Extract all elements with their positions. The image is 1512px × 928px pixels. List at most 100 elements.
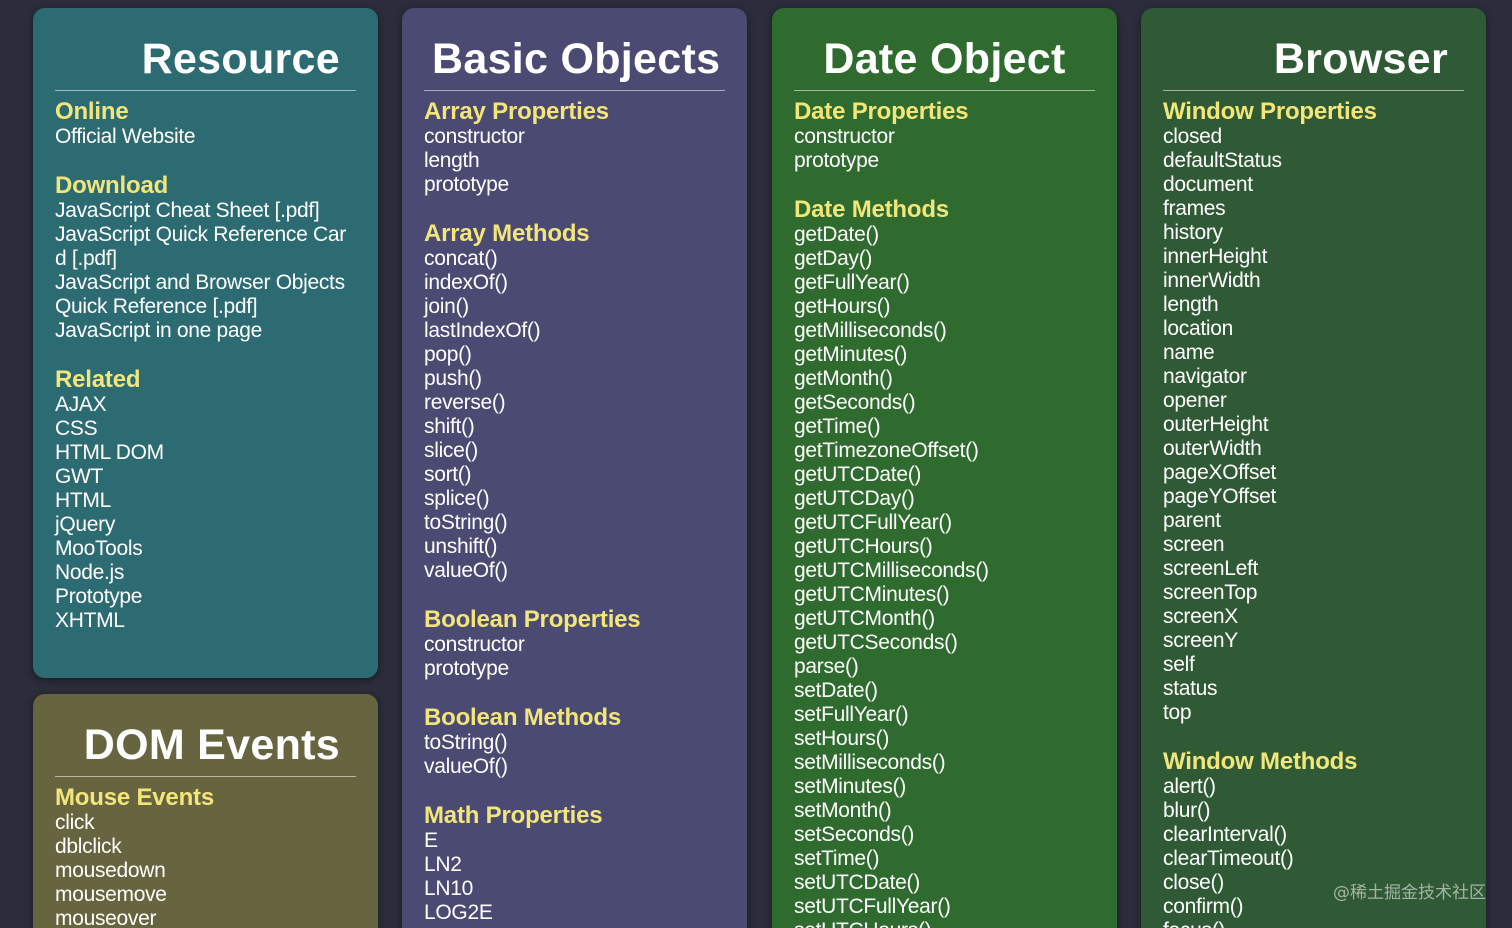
window-property-link[interactable]: pageXOffset	[1163, 461, 1464, 485]
download-link[interactable]: JavaScript Quick Reference Card [.pdf]	[55, 223, 356, 271]
date-method-link[interactable]: getUTCSeconds()	[794, 631, 1095, 655]
window-property-link[interactable]: innerHeight	[1163, 245, 1464, 269]
array-method-link[interactable]: reverse()	[424, 391, 725, 415]
date-method-link[interactable]: setUTCHours()	[794, 919, 1095, 928]
date-method-link[interactable]: getDate()	[794, 223, 1095, 247]
date-method-link[interactable]: setMinutes()	[794, 775, 1095, 799]
window-property-link[interactable]: innerWidth	[1163, 269, 1464, 293]
related-link[interactable]: MooTools	[55, 537, 356, 561]
window-property-link[interactable]: screenX	[1163, 605, 1464, 629]
window-property-link[interactable]: navigator	[1163, 365, 1464, 389]
boolean-property-link[interactable]: constructor	[424, 633, 725, 657]
window-property-link[interactable]: closed	[1163, 125, 1464, 149]
array-method-link[interactable]: slice()	[424, 439, 725, 463]
date-method-link[interactable]: setMonth()	[794, 799, 1095, 823]
window-property-link[interactable]: status	[1163, 677, 1464, 701]
related-link[interactable]: jQuery	[55, 513, 356, 537]
boolean-method-link[interactable]: toString()	[424, 731, 725, 755]
window-property-link[interactable]: screenLeft	[1163, 557, 1464, 581]
array-method-link[interactable]: push()	[424, 367, 725, 391]
mouse-event-link[interactable]: click	[55, 811, 356, 835]
array-method-link[interactable]: sort()	[424, 463, 725, 487]
window-method-link[interactable]: clearInterval()	[1163, 823, 1464, 847]
window-method-link[interactable]: alert()	[1163, 775, 1464, 799]
date-property-link[interactable]: prototype	[794, 149, 1095, 173]
window-property-link[interactable]: location	[1163, 317, 1464, 341]
date-method-link[interactable]: getTime()	[794, 415, 1095, 439]
window-property-link[interactable]: self	[1163, 653, 1464, 677]
window-property-link[interactable]: outerHeight	[1163, 413, 1464, 437]
mouse-event-link[interactable]: mouseover	[55, 907, 356, 928]
array-method-link[interactable]: unshift()	[424, 535, 725, 559]
boolean-method-link[interactable]: valueOf()	[424, 755, 725, 779]
date-method-link[interactable]: setTime()	[794, 847, 1095, 871]
download-link[interactable]: JavaScript and Browser Objects Quick Ref…	[55, 271, 356, 319]
boolean-property-link[interactable]: prototype	[424, 657, 725, 681]
date-method-link[interactable]: setDate()	[794, 679, 1095, 703]
date-method-link[interactable]: getUTCMonth()	[794, 607, 1095, 631]
array-method-link[interactable]: join()	[424, 295, 725, 319]
math-property-link[interactable]: LN10	[424, 877, 725, 901]
date-method-link[interactable]: setFullYear()	[794, 703, 1095, 727]
online-link[interactable]: Official Website	[55, 125, 356, 149]
related-link[interactable]: GWT	[55, 465, 356, 489]
mouse-event-link[interactable]: mousedown	[55, 859, 356, 883]
mouse-event-link[interactable]: mousemove	[55, 883, 356, 907]
window-property-link[interactable]: screenY	[1163, 629, 1464, 653]
window-property-link[interactable]: length	[1163, 293, 1464, 317]
mouse-event-link[interactable]: dblclick	[55, 835, 356, 859]
window-property-link[interactable]: pageYOffset	[1163, 485, 1464, 509]
array-method-link[interactable]: splice()	[424, 487, 725, 511]
array-property-link[interactable]: length	[424, 149, 725, 173]
date-method-link[interactable]: getUTCFullYear()	[794, 511, 1095, 535]
date-method-link[interactable]: getUTCDate()	[794, 463, 1095, 487]
date-method-link[interactable]: getMinutes()	[794, 343, 1095, 367]
date-method-link[interactable]: setUTCDate()	[794, 871, 1095, 895]
window-property-link[interactable]: parent	[1163, 509, 1464, 533]
array-method-link[interactable]: shift()	[424, 415, 725, 439]
related-link[interactable]: XHTML	[55, 609, 356, 633]
array-property-link[interactable]: constructor	[424, 125, 725, 149]
window-property-link[interactable]: screen	[1163, 533, 1464, 557]
window-property-link[interactable]: name	[1163, 341, 1464, 365]
date-method-link[interactable]: setSeconds()	[794, 823, 1095, 847]
date-method-link[interactable]: getHours()	[794, 295, 1095, 319]
math-property-link[interactable]: LOG2E	[424, 901, 725, 925]
window-property-link[interactable]: opener	[1163, 389, 1464, 413]
related-link[interactable]: Prototype	[55, 585, 356, 609]
date-method-link[interactable]: getDay()	[794, 247, 1095, 271]
math-property-link[interactable]: E	[424, 829, 725, 853]
date-method-link[interactable]: getUTCHours()	[794, 535, 1095, 559]
window-property-link[interactable]: outerWidth	[1163, 437, 1464, 461]
related-link[interactable]: HTML	[55, 489, 356, 513]
date-method-link[interactable]: parse()	[794, 655, 1095, 679]
window-property-link[interactable]: frames	[1163, 197, 1464, 221]
date-method-link[interactable]: setMilliseconds()	[794, 751, 1095, 775]
related-link[interactable]: Node.js	[55, 561, 356, 585]
window-property-link[interactable]: document	[1163, 173, 1464, 197]
array-method-link[interactable]: lastIndexOf()	[424, 319, 725, 343]
related-link[interactable]: CSS	[55, 417, 356, 441]
date-method-link[interactable]: getTimezoneOffset()	[794, 439, 1095, 463]
window-property-link[interactable]: history	[1163, 221, 1464, 245]
array-method-link[interactable]: toString()	[424, 511, 725, 535]
date-method-link[interactable]: getMilliseconds()	[794, 319, 1095, 343]
related-link[interactable]: HTML DOM	[55, 441, 356, 465]
window-method-link[interactable]: blur()	[1163, 799, 1464, 823]
download-link[interactable]: JavaScript in one page	[55, 319, 356, 343]
date-method-link[interactable]: setHours()	[794, 727, 1095, 751]
date-method-link[interactable]: setUTCFullYear()	[794, 895, 1095, 919]
date-method-link[interactable]: getMonth()	[794, 367, 1095, 391]
date-method-link[interactable]: getUTCMinutes()	[794, 583, 1095, 607]
window-property-link[interactable]: top	[1163, 701, 1464, 725]
date-method-link[interactable]: getUTCMilliseconds()	[794, 559, 1095, 583]
window-property-link[interactable]: screenTop	[1163, 581, 1464, 605]
array-method-link[interactable]: concat()	[424, 247, 725, 271]
array-method-link[interactable]: valueOf()	[424, 559, 725, 583]
date-method-link[interactable]: getFullYear()	[794, 271, 1095, 295]
date-property-link[interactable]: constructor	[794, 125, 1095, 149]
date-method-link[interactable]: getUTCDay()	[794, 487, 1095, 511]
download-link[interactable]: JavaScript Cheat Sheet [.pdf]	[55, 199, 356, 223]
array-method-link[interactable]: pop()	[424, 343, 725, 367]
date-method-link[interactable]: getSeconds()	[794, 391, 1095, 415]
